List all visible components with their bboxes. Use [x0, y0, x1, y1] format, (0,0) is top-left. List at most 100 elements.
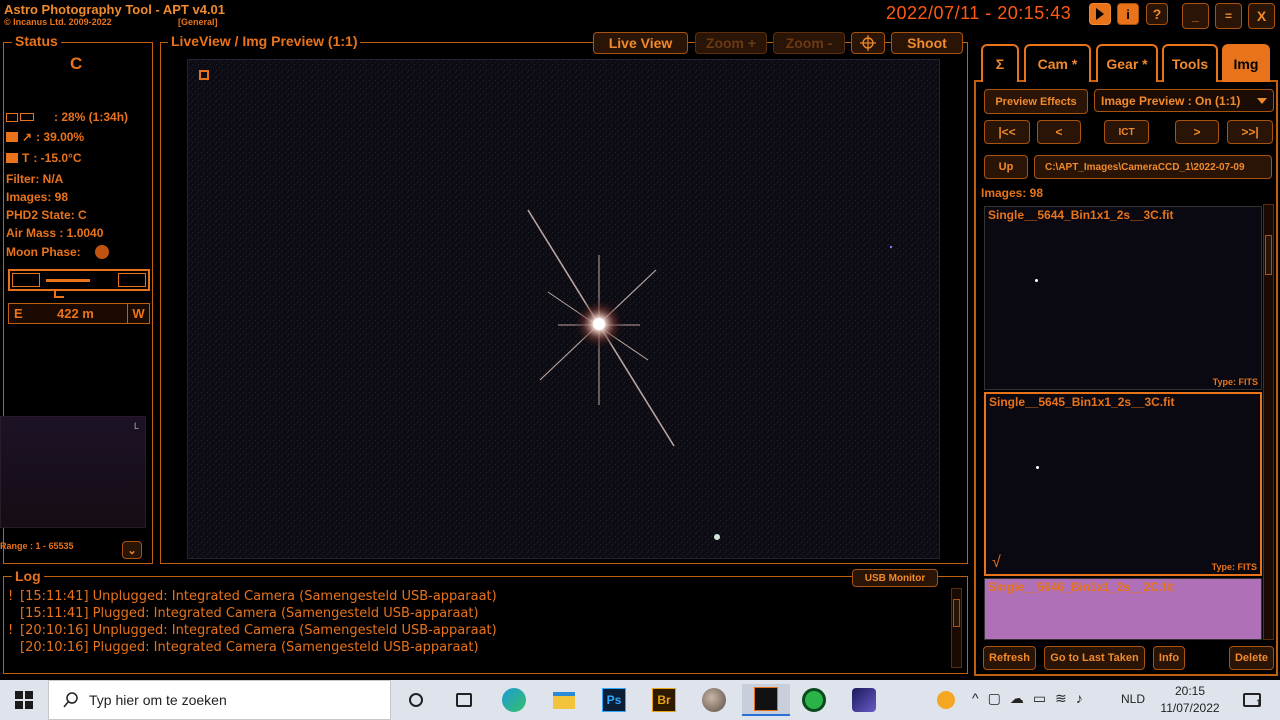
chevron-down-icon: [1257, 97, 1267, 104]
delete-button[interactable]: Delete: [1229, 646, 1274, 670]
sun-icon: [937, 691, 955, 709]
photoshop-icon: Ps: [602, 688, 626, 712]
cloud-icon[interactable]: ☁: [1010, 690, 1033, 706]
log-scrollbar[interactable]: [951, 588, 962, 668]
stellarium-app[interactable]: [844, 684, 884, 716]
scrollbar-thumb[interactable]: [1265, 235, 1272, 275]
mount-bar: [46, 279, 90, 282]
apt-icon: [754, 687, 778, 711]
info-image-button[interactable]: Info: [1153, 646, 1185, 670]
zoom-out-button[interactable]: Zoom -: [773, 32, 845, 54]
go-last-taken-button[interactable]: Go to Last Taken: [1044, 646, 1145, 670]
log-line: ! [20:10:16] Unplugged: Integrated Camera…: [8, 623, 497, 638]
notification-count: 1: [1256, 698, 1262, 708]
explorer-app[interactable]: [544, 684, 584, 716]
tab-gear[interactable]: Gear *: [1096, 44, 1158, 82]
battery-value: : 28% (1:34h): [54, 110, 129, 124]
minimize-button[interactable]: _: [1182, 3, 1209, 29]
photoshop-app[interactable]: Ps: [594, 684, 634, 716]
next-image-button[interactable]: >: [1175, 120, 1219, 144]
bridge-icon: Br: [652, 688, 676, 712]
phd2-app[interactable]: [794, 684, 834, 716]
log-text: [20:10:16] Unplugged: Integrated Camera …: [20, 623, 497, 638]
thumbnail-item-selected[interactable]: Single__5645_Bin1x1_2s__3C.fit √ Type: F…: [984, 392, 1262, 576]
shoot-button[interactable]: Shoot: [891, 32, 963, 54]
phd2-icon: [802, 688, 826, 712]
tray-app-icon[interactable]: ▢: [988, 690, 1010, 706]
roi-marker-icon[interactable]: [199, 70, 209, 80]
refresh-button[interactable]: Refresh: [983, 646, 1036, 670]
weather-app[interactable]: [926, 684, 966, 716]
battery-tray-icon[interactable]: ▭: [1033, 690, 1055, 706]
laptop-icon: [6, 112, 18, 122]
tab-sigma[interactable]: Σ: [981, 44, 1019, 82]
task-view-icon: [456, 693, 472, 707]
taskbar-search[interactable]: Typ hier om te zoeken: [48, 680, 391, 720]
thumbnail-type: Type: FITS: [1211, 562, 1257, 572]
cortana-button[interactable]: [396, 684, 436, 716]
tab-cam[interactable]: Cam *: [1024, 44, 1091, 82]
last-image-button[interactable]: >>|: [1227, 120, 1273, 144]
clock[interactable]: 20:15 11/07/2022: [1156, 683, 1224, 717]
live-view-button[interactable]: Live View: [593, 32, 688, 54]
images-status: Images: 98: [6, 190, 69, 204]
usb-monitor-button[interactable]: USB Monitor: [852, 569, 938, 587]
zoom-in-button[interactable]: Zoom +: [695, 32, 767, 54]
volume-icon[interactable]: ♪: [1076, 690, 1092, 706]
thumbnail-star: [1036, 466, 1039, 469]
expand-histogram-button[interactable]: ⌄: [122, 541, 142, 559]
first-image-button[interactable]: |<<: [984, 120, 1030, 144]
log-line: ! [15:11:41] Unplugged: Integrated Camera…: [8, 589, 497, 604]
apt-app[interactable]: [742, 684, 790, 716]
folder-icon: [553, 691, 575, 709]
info-icon: i: [1126, 6, 1130, 22]
tab-tools[interactable]: Tools: [1162, 44, 1218, 82]
clock-time: 20:15: [1174, 684, 1206, 698]
task-view-button[interactable]: [444, 684, 484, 716]
preview-effects-button[interactable]: Preview Effects: [984, 89, 1088, 114]
app-title: Astro Photography Tool - APT v4.01: [4, 2, 226, 17]
maximize-button[interactable]: =: [1215, 3, 1242, 29]
close-button[interactable]: X: [1248, 3, 1275, 29]
thumbnail-item[interactable]: Single__5644_Bin1x1_2s__3C.fit Type: FIT…: [984, 206, 1262, 390]
log-warning-mark: !: [8, 589, 14, 604]
phd2-status: PHD2 State: C: [6, 208, 87, 222]
prev-image-button[interactable]: <: [1037, 120, 1081, 144]
planet-icon: [702, 688, 726, 712]
tab-img[interactable]: Img: [1222, 44, 1270, 82]
preview-image[interactable]: [187, 59, 940, 559]
folder-path[interactable]: C:\APT_Images\CameraCCD_1\2022-07-09: [1034, 155, 1272, 179]
ict-button[interactable]: ICT: [1104, 120, 1149, 144]
language-indicator[interactable]: NLD: [1121, 692, 1145, 706]
edge-app[interactable]: [494, 684, 534, 716]
temp-prefix: T: [22, 151, 30, 165]
up-button[interactable]: Up: [984, 155, 1028, 179]
thumbnail-name: Single__5644_Bin1x1_2s__3C.fit: [988, 208, 1174, 222]
image-preview-select[interactable]: Image Preview : On (1:1): [1094, 89, 1274, 112]
info-button[interactable]: i: [1117, 3, 1139, 25]
crosshair-button[interactable]: [851, 32, 885, 54]
help-button[interactable]: ?: [1146, 3, 1168, 25]
east-label: E: [14, 306, 23, 321]
bridge-app[interactable]: Br: [644, 684, 684, 716]
liveview-label: LiveView / Img Preview (1:1): [168, 33, 361, 49]
altitude-box: E 422 m W: [8, 303, 150, 324]
clock-date: 11/07/2022: [1160, 701, 1220, 715]
west-box: W: [127, 303, 149, 324]
scrollbar-thumb[interactable]: [953, 599, 960, 627]
wifi-icon[interactable]: ≋: [1055, 690, 1076, 706]
system-tray-icons[interactable]: ^▢☁▭≋♪: [972, 690, 1092, 707]
thumbnail-name: Single__5646_Bin1x1_2s__2C.fit: [988, 580, 1174, 594]
profile-label: [General]: [178, 17, 218, 27]
thumbnail-star: [1035, 279, 1038, 282]
stellarium-icon: [852, 688, 876, 712]
play-button[interactable]: [1089, 3, 1111, 25]
thumbnail-scrollbar[interactable]: [1263, 204, 1274, 640]
notifications-button[interactable]: 1: [1232, 684, 1272, 716]
thumbnail-item[interactable]: Single__5646_Bin1x1_2s__2C.fit: [984, 578, 1262, 640]
chevron-up-icon[interactable]: ^: [972, 690, 988, 706]
windows-start-button[interactable]: [4, 684, 44, 716]
maximize-icon: =: [1224, 9, 1232, 23]
histogram-range: Range : 1 - 65535: [0, 541, 74, 551]
planet-app[interactable]: [694, 684, 734, 716]
